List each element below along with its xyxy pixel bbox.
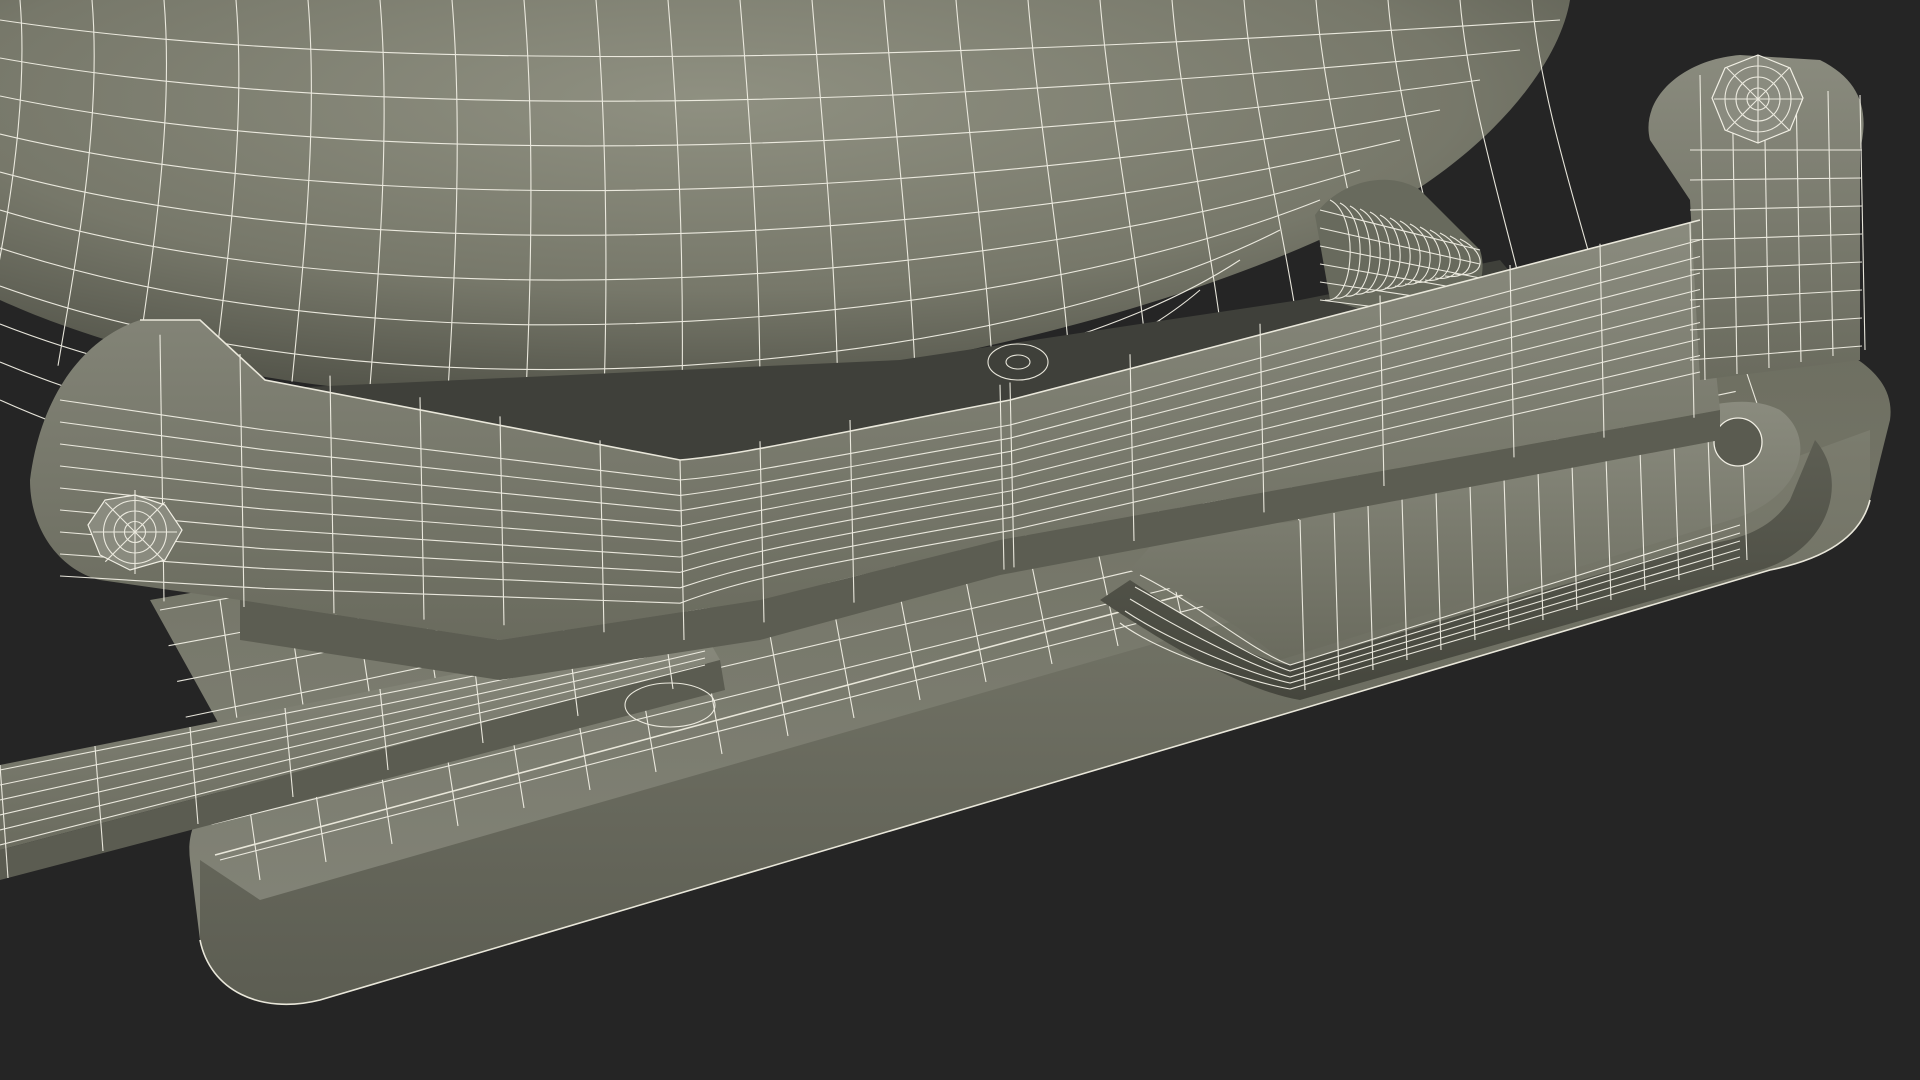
bracket-hole xyxy=(1713,417,1763,467)
wireframe-render xyxy=(0,0,1891,1005)
